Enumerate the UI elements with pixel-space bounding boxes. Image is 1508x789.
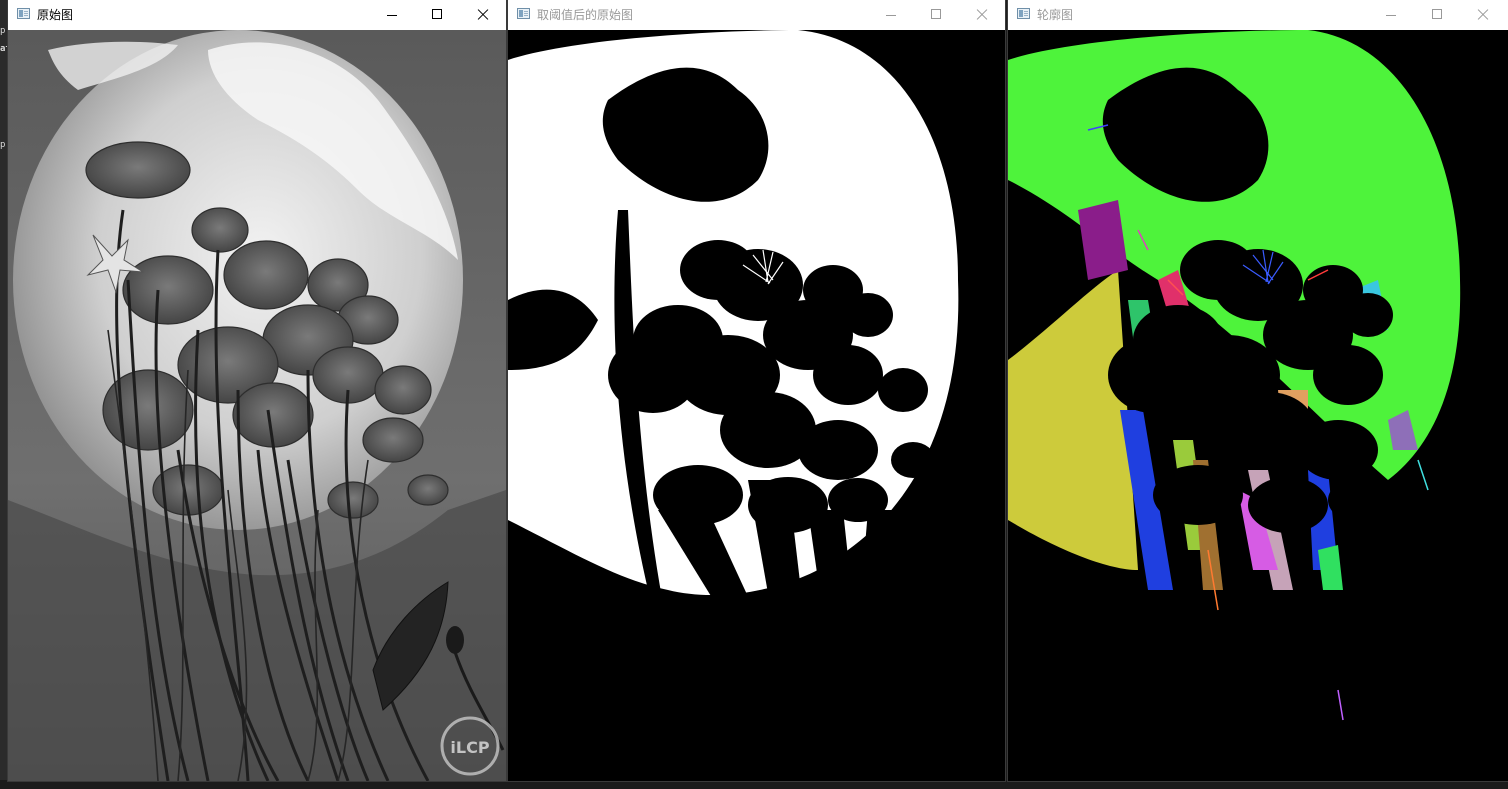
titlebar[interactable]: 原始图 [8, 0, 506, 30]
titlebar[interactable]: 取阈值后的原始图 [508, 0, 1005, 30]
grayscale-lotus-photo: iLCP [8, 30, 506, 781]
background-text: p [0, 140, 6, 150]
close-button[interactable] [460, 0, 506, 30]
window-app-icon [1017, 8, 1030, 19]
colored-contours-image [1008, 30, 1508, 781]
original-image: iLCP [8, 30, 506, 781]
maximize-button[interactable] [414, 0, 460, 30]
background-text: p [0, 26, 6, 36]
window-app-icon [17, 8, 30, 19]
original-image-window[interactable]: 原始图 iLCP [8, 0, 506, 781]
watermark-text: iLCP [450, 738, 489, 757]
minimize-button[interactable] [1368, 0, 1414, 30]
window-app-icon [517, 8, 530, 19]
threshold-image [508, 30, 1005, 781]
background-editor-strip: p at p [0, 0, 11, 789]
maximize-button[interactable] [1414, 0, 1460, 30]
window-title: 原始图 [37, 8, 74, 22]
minimize-button[interactable] [369, 0, 415, 30]
maximize-button[interactable] [913, 0, 959, 30]
taskbar-edge [0, 780, 1508, 789]
window-title: 轮廓图 [1037, 8, 1074, 22]
titlebar[interactable]: 轮廓图 [1008, 0, 1508, 30]
close-button[interactable] [959, 0, 1005, 30]
close-button[interactable] [1460, 0, 1506, 30]
window-title: 取阈值后的原始图 [537, 8, 634, 22]
contour-image-window[interactable]: 轮廓图 [1008, 0, 1508, 781]
contour-image [1008, 30, 1508, 781]
threshold-image-window[interactable]: 取阈值后的原始图 [508, 0, 1005, 781]
binary-threshold-image [508, 30, 1005, 781]
minimize-button[interactable] [868, 0, 914, 30]
